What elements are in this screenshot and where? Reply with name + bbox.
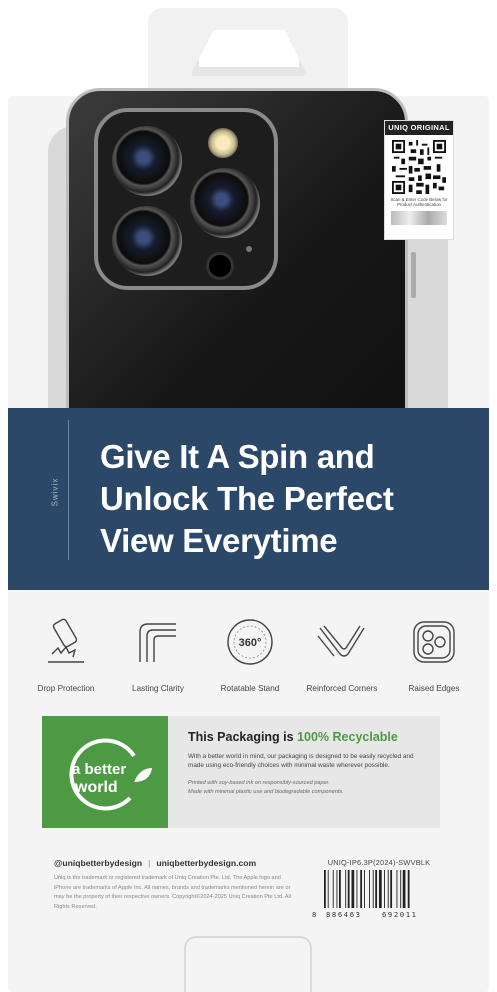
product-name: Swivix [50,477,60,507]
feature-label: Drop Protection [37,684,95,693]
social-handle[interactable]: @uniqbetterbydesign [54,858,142,868]
headline: Give It A Spin and Unlock The Perfect Vi… [100,436,470,562]
barcode-bar [407,870,410,908]
side-button [411,252,416,298]
barcode-bar [351,870,355,908]
sku-code: UNIQ-IP6.3P(2024)-SWVBLK [327,858,431,867]
barcode-bar [379,870,382,908]
headline-line: Unlock The Perfect [100,480,394,517]
barcode-bar [360,870,363,908]
recycle-info: This Packaging is 100% Recyclable With a… [168,716,440,828]
logo-line2: world [74,779,118,796]
barcode-bar [384,870,385,908]
feature-reinforced-corners: Reinforced Corners [296,614,388,694]
headline-line: View Everytime [100,522,338,559]
camera-mic [246,246,252,252]
barcode-digit-group: 8 [312,910,317,919]
barcode-bar [336,870,338,908]
recycle-note-line: Printed with soy-based ink on responsibl… [188,780,330,787]
reinforced-corners-icon [317,625,365,657]
recycle-title-prefix: This Packaging is [188,730,298,744]
barcode-bar [356,870,358,908]
leaf-icon [134,768,152,782]
hologram-sticker [391,211,447,226]
feature-label: Rotatable Stand [220,684,280,693]
camera-lens [190,168,260,238]
raised-edges-icon [413,621,455,663]
recycle-note: Printed with soy-based ink on responsibl… [188,779,420,796]
feature-list: Drop Protection Lasting Clarity 360° Rot… [20,614,480,694]
legal-text: Uniq is the trademark or registered trad… [54,875,292,910]
authenticity-caption: Scan & Enter Code Below for Product Auth… [390,197,448,208]
feature-label: Reinforced Corners [306,684,378,693]
barcode-bar [375,870,378,908]
website-link[interactable]: uniqbetterbydesign.com [156,858,256,868]
camera-flash [208,128,238,158]
barcode-digits: 8 886463 692011 [312,910,444,919]
barcode-bar [369,870,370,908]
barcode-bar [345,870,347,908]
barcode-digit-group: 692011 [382,910,418,919]
separator: | [148,858,151,868]
lidar-sensor [206,252,234,280]
rotatable-stand-badge: 360° [239,637,262,649]
feature-drop-protection: Drop Protection [20,614,112,694]
barcode-bar [402,870,406,908]
camera-lens [112,126,182,196]
a-better-world-logo: a better world [42,716,168,828]
barcode-icon [324,870,410,908]
barcode-bar [324,870,326,908]
recycle-title-accent: 100% Recyclable [297,730,398,744]
barcode-bar [327,870,329,908]
barcode-bar [339,870,341,908]
feature-raised-edges: Raised Edges [388,614,480,694]
barcode-bar [396,870,398,908]
barcode-digit-group: 886463 [326,910,362,919]
feature-label: Raised Edges [408,684,460,693]
camera-lens [112,206,182,276]
barcode-bar [332,870,334,908]
authenticity-brand: UNIQ ORIGINAL [385,121,453,135]
social-links: @uniqbetterbydesign | uniqbetterbydesign.c… [54,858,256,868]
authenticity-label[interactable]: UNIQ ORIGINAL Scan & Enter Code Below fo… [384,120,454,240]
drop-protection-icon [48,618,84,663]
headline-line: Give It A Spin and [100,438,375,475]
logo-line1: a better [72,761,126,778]
recycle-title: This Packaging is 100% Recyclable [188,730,420,744]
barcode-bar [372,870,374,908]
feature-rotatable-stand: 360° Rotatable Stand [204,614,296,694]
bottom-tab-cutout [184,936,312,992]
product-name-vertical: Swivix [46,422,64,562]
lasting-clarity-icon [139,623,176,662]
band-divider [68,420,69,560]
qr-code-icon[interactable] [392,140,446,194]
recycle-note-line: Made with minimal plastic use and biodeg… [188,789,344,795]
barcode-bar [347,870,350,908]
barcode-bar [387,870,389,908]
feature-lasting-clarity: Lasting Clarity [112,614,204,694]
barcode-bar [364,870,365,908]
barcode-bar [400,870,402,908]
recycle-body: With a better world in mind, our packagi… [188,753,414,770]
barcode-bar [390,870,393,908]
feature-label: Lasting Clarity [132,684,184,693]
rotatable-stand-icon: 360° [227,619,273,665]
